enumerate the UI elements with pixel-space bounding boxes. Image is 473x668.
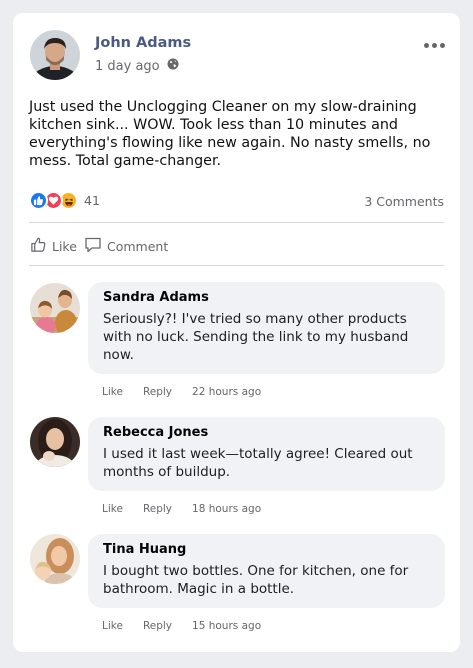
like-reaction-icon <box>29 191 48 210</box>
comment-time[interactable]: 18 hours ago <box>192 503 261 515</box>
comment-actions: Like Reply 22 hours ago <box>102 386 261 398</box>
author-avatar[interactable] <box>30 30 80 80</box>
reaction-count: 41 <box>84 193 100 208</box>
comment-button[interactable]: Comment <box>84 236 168 256</box>
divider <box>29 265 444 266</box>
commenter-name[interactable]: Rebecca Jones <box>103 425 430 440</box>
comment-reply-link[interactable]: Reply <box>143 503 172 515</box>
comment-time[interactable]: 22 hours ago <box>192 386 261 398</box>
post-meta: 1 day ago <box>95 58 179 74</box>
divider <box>29 222 444 223</box>
comment-like-link[interactable]: Like <box>102 386 123 398</box>
author-name[interactable]: John Adams <box>95 35 191 51</box>
comment-label: Comment <box>107 238 169 254</box>
commenter-avatar[interactable] <box>30 534 80 584</box>
post-card: John Adams 1 day ago Just used the Unclo… <box>13 13 460 652</box>
commenter-name[interactable]: Tina Huang <box>103 542 430 557</box>
more-dot <box>432 43 437 48</box>
thumbs-up-icon <box>30 236 47 256</box>
comment-actions: Like Reply 18 hours ago <box>102 503 261 515</box>
comment-bubble: Rebecca Jones I used it last week—totall… <box>88 417 445 491</box>
post-text: Just used the Unclogging Cleaner on my s… <box>29 99 431 169</box>
commenter-avatar[interactable] <box>30 417 80 467</box>
more-dot <box>440 43 445 48</box>
comment-time[interactable]: 15 hours ago <box>192 620 261 632</box>
comment-bubble: Tina Huang I bought two bottles. One for… <box>88 534 445 608</box>
post-time[interactable]: 1 day ago <box>95 59 160 74</box>
more-options-icon[interactable] <box>424 43 445 48</box>
comment-text: Seriously?! I've tried so many other pro… <box>103 311 409 363</box>
comments-count[interactable]: 3 Comments <box>364 194 444 209</box>
comment-reply-link[interactable]: Reply <box>143 620 172 632</box>
comment-bubble: Sandra Adams Seriously?! I've tried so m… <box>88 282 445 374</box>
reactions-summary[interactable]: 41 <box>29 191 100 210</box>
like-button[interactable]: Like <box>30 236 77 256</box>
comment-text: I used it last week—totally agree! Clear… <box>103 446 413 480</box>
globe-icon <box>167 58 179 74</box>
comment-like-link[interactable]: Like <box>102 620 123 632</box>
like-label: Like <box>52 238 77 254</box>
commenter-name[interactable]: Sandra Adams <box>103 290 430 305</box>
more-dot <box>424 43 429 48</box>
comment-text: I bought two bottles. One for kitchen, o… <box>103 563 409 597</box>
comment-icon <box>84 236 102 256</box>
comment-actions: Like Reply 15 hours ago <box>102 620 261 632</box>
commenter-avatar[interactable] <box>30 283 80 333</box>
comment-like-link[interactable]: Like <box>102 503 123 515</box>
comment-reply-link[interactable]: Reply <box>143 386 172 398</box>
